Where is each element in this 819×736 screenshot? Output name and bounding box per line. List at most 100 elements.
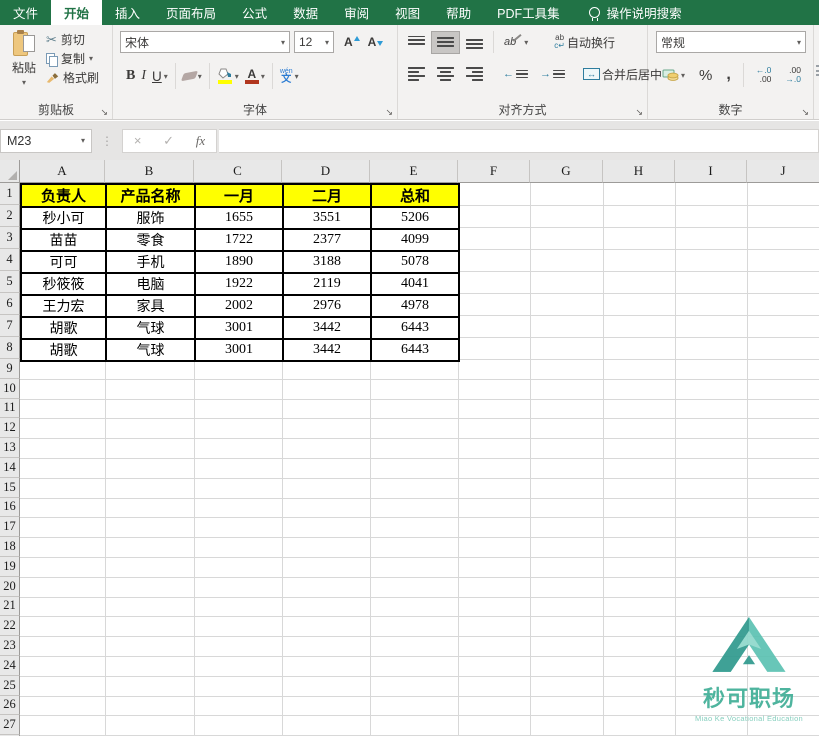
align-right-button[interactable] [460, 62, 489, 86]
menu-tab[interactable]: 开始 [51, 0, 103, 25]
column-header[interactable]: C [194, 160, 282, 183]
row-header[interactable]: 22 [0, 616, 20, 637]
percent-style-button[interactable]: % [693, 62, 718, 89]
decrease-decimal-button[interactable]: .00 →.0 [779, 61, 807, 89]
cell[interactable]: 3442 [282, 338, 372, 362]
number-format-select[interactable]: 常规 ▾ [656, 31, 806, 53]
align-left-button[interactable] [402, 62, 431, 86]
cell[interactable]: 2377 [282, 228, 372, 252]
increase-indent-button[interactable]: → [534, 63, 571, 85]
column-header[interactable]: B [105, 160, 194, 183]
borders-button[interactable]: ▾ [180, 70, 205, 83]
row-header[interactable]: 19 [0, 557, 20, 577]
cell[interactable]: 电脑 [105, 272, 196, 296]
cell[interactable]: 胡歌 [20, 338, 107, 362]
row-header[interactable]: 20 [0, 576, 20, 597]
copy-button[interactable]: 复制 ▾ [44, 49, 112, 68]
row-header[interactable]: 16 [0, 497, 20, 518]
phonetic-guide-button[interactable]: wén 文 ▾ [277, 66, 302, 87]
row-header[interactable]: 1 [0, 183, 20, 205]
cell[interactable]: 3188 [282, 250, 372, 274]
row-header[interactable]: 14 [0, 458, 20, 478]
increase-font-button[interactable]: A [340, 33, 364, 51]
row-header[interactable]: 17 [0, 517, 20, 538]
cell[interactable]: 2119 [282, 272, 372, 296]
cell[interactable]: 3001 [194, 316, 284, 340]
cell[interactable]: 秒小可 [20, 206, 107, 230]
cell[interactable]: 1922 [194, 272, 284, 296]
cell[interactable]: 6443 [370, 338, 460, 362]
table-header-cell[interactable]: 一月 [194, 183, 284, 208]
cancel-icon[interactable]: × [134, 133, 142, 148]
cell[interactable]: 4041 [370, 272, 460, 296]
column-header[interactable]: F [458, 160, 530, 183]
column-header[interactable]: G [530, 160, 603, 183]
row-header[interactable]: 2 [0, 205, 20, 227]
enter-icon[interactable]: ✓ [163, 133, 174, 149]
cut-button[interactable]: ✂ 剪切 [44, 30, 112, 49]
cell[interactable]: 5078 [370, 250, 460, 274]
row-header[interactable]: 9 [0, 359, 20, 379]
dialog-launcher-icon[interactable]: ↘ [385, 108, 393, 117]
dialog-launcher-icon[interactable]: ↘ [801, 108, 809, 117]
row-header[interactable]: 23 [0, 636, 20, 656]
cell[interactable]: 5206 [370, 206, 460, 230]
table-header-cell[interactable]: 产品名称 [105, 183, 196, 208]
cell[interactable]: 1722 [194, 228, 284, 252]
formula-input[interactable] [219, 128, 819, 153]
dialog-launcher-icon[interactable]: ↘ [635, 108, 643, 117]
menu-tab[interactable]: PDF工具集 [484, 0, 573, 25]
column-header[interactable]: E [370, 160, 458, 183]
fill-color-button[interactable]: ▾ [214, 66, 242, 86]
format-painter-button[interactable]: 格式刷 [44, 68, 112, 87]
row-header[interactable]: 18 [0, 537, 20, 557]
menu-tab[interactable]: 插入 [102, 0, 153, 25]
bold-button[interactable]: B [123, 66, 138, 86]
paste-button[interactable]: 粘贴 ▾ [6, 29, 42, 105]
cell[interactable]: 2002 [194, 294, 284, 318]
name-box[interactable]: M23 ▾ [0, 128, 92, 153]
row-header[interactable]: 25 [0, 675, 20, 696]
cell[interactable]: 6443 [370, 316, 460, 340]
accounting-format-button[interactable]: ▾ [656, 64, 691, 87]
row-header[interactable]: 27 [0, 715, 20, 736]
cell[interactable]: 4099 [370, 228, 460, 252]
cell[interactable]: 可可 [20, 250, 107, 274]
column-header[interactable]: I [675, 160, 747, 183]
cell[interactable]: 气球 [105, 338, 196, 362]
row-header[interactable]: 7 [0, 315, 20, 337]
row-header[interactable]: 13 [0, 438, 20, 458]
cell[interactable]: 气球 [105, 316, 196, 340]
row-header[interactable]: 26 [0, 695, 20, 716]
menu-tab[interactable]: 公式 [229, 0, 280, 25]
cell[interactable]: 1655 [194, 206, 284, 230]
italic-button[interactable]: I [138, 66, 149, 86]
decrease-indent-button[interactable]: ← [497, 63, 534, 85]
row-header[interactable]: 11 [0, 398, 20, 419]
cell[interactable]: 家具 [105, 294, 196, 318]
row-header[interactable]: 15 [0, 477, 20, 498]
column-header[interactable]: H [603, 160, 675, 183]
increase-decimal-button[interactable]: ←.0.00 [750, 61, 778, 89]
align-middle-button[interactable] [431, 30, 460, 54]
dialog-launcher-icon[interactable]: ↘ [100, 108, 108, 117]
font-color-button[interactable]: A ▾ [242, 67, 268, 86]
row-header[interactable]: 3 [0, 227, 20, 249]
comma-style-button[interactable]: , [720, 61, 736, 89]
cell[interactable]: 2976 [282, 294, 372, 318]
column-header[interactable]: D [282, 160, 370, 183]
row-header[interactable]: 12 [0, 418, 20, 439]
align-bottom-button[interactable] [460, 31, 489, 54]
row-header[interactable]: 6 [0, 293, 20, 315]
cell[interactable]: 秒筱筱 [20, 272, 107, 296]
font-size-select[interactable]: 12 ▾ [294, 31, 334, 53]
font-name-select[interactable]: 宋体 ▾ [120, 31, 290, 53]
row-header[interactable]: 24 [0, 656, 20, 676]
orientation-button[interactable]: ab ▾ [498, 31, 534, 53]
select-all-corner[interactable] [0, 160, 20, 183]
cell[interactable]: 3001 [194, 338, 284, 362]
menu-tab[interactable]: 视图 [382, 0, 433, 25]
align-top-button[interactable] [402, 31, 431, 54]
cell[interactable]: 零食 [105, 228, 196, 252]
insert-function-icon[interactable]: fx [196, 133, 205, 149]
